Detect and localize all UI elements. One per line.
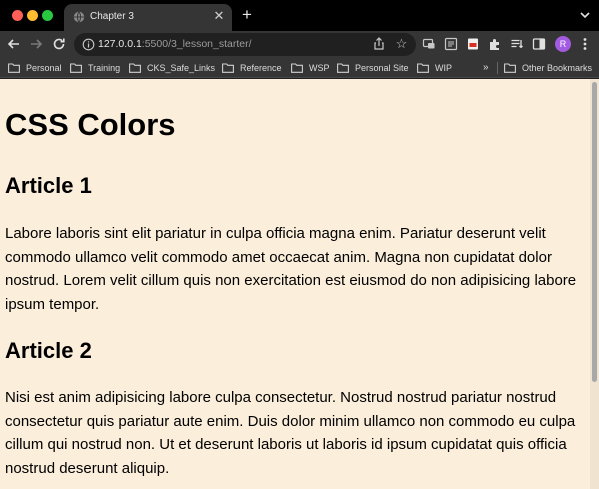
- bookmark-folder[interactable]: Personal Site: [337, 61, 409, 75]
- article-2-body: Nisi est anim adipisicing labore culpa c…: [5, 389, 576, 477]
- extension-reader-icon[interactable]: [444, 37, 458, 51]
- bookmark-label: WIP: [435, 63, 452, 73]
- article-1-title: Article 1: [5, 173, 92, 198]
- bookmark-label: Reference: [240, 63, 282, 73]
- tab-search-chevron-icon[interactable]: [579, 8, 591, 22]
- folder-icon: [222, 63, 234, 73]
- bookmark-folder[interactable]: WSP: [291, 61, 330, 75]
- scrollbar-thumb[interactable]: [592, 82, 597, 382]
- share-icon[interactable]: [372, 37, 386, 51]
- url-text: 127.0.0.1:5500/3_lesson_starter/: [98, 38, 252, 50]
- page-viewport[interactable]: CSS Colors Article 1 Labore laboris sint…: [0, 79, 599, 489]
- new-tab-button[interactable]: +: [239, 6, 255, 24]
- extension-pdf-icon[interactable]: [466, 37, 480, 51]
- folder-icon: [8, 63, 20, 73]
- site-info-icon[interactable]: [82, 38, 95, 51]
- bookmark-label: Personal Site: [355, 63, 409, 73]
- bookmark-label: Training: [88, 63, 121, 73]
- folder-icon: [337, 63, 349, 73]
- address-bar[interactable]: 127.0.0.1:5500/3_lesson_starter/ ☆: [74, 33, 416, 56]
- other-bookmarks-folder[interactable]: Other Bookmarks: [504, 61, 592, 75]
- extension-cast-icon[interactable]: [422, 37, 436, 51]
- url-host: 127.0.0.1: [98, 38, 142, 50]
- bookmark-folder[interactable]: Reference: [222, 61, 282, 75]
- bookmark-star-icon[interactable]: ☆: [394, 36, 409, 51]
- folder-icon: [504, 63, 516, 73]
- bookmark-label: CKS_Safe_Links: [147, 63, 216, 73]
- bookmark-folder[interactable]: WIP: [417, 61, 452, 75]
- back-arrow-icon[interactable]: [6, 36, 22, 52]
- bookmarks-overflow-button[interactable]: »: [483, 61, 489, 75]
- globe-icon: [73, 11, 85, 23]
- minimize-window-button[interactable]: [27, 10, 38, 21]
- page-scrollbar[interactable]: [590, 79, 599, 489]
- extensions-puzzle-icon[interactable]: [488, 37, 502, 51]
- forward-arrow-icon[interactable]: [28, 36, 44, 52]
- reading-list-icon[interactable]: [510, 37, 524, 51]
- bookmark-folder[interactable]: Training: [70, 61, 120, 75]
- bookmark-label: Personal: [26, 63, 62, 73]
- bookmark-label: WSP: [309, 63, 330, 73]
- more-menu-icon[interactable]: [581, 36, 589, 52]
- article-2-title: Article 2: [5, 338, 92, 363]
- close-tab-icon[interactable]: ✕: [212, 9, 226, 23]
- folder-icon: [70, 63, 82, 73]
- page-title: CSS Colors: [5, 107, 176, 142]
- folder-icon: [129, 63, 141, 73]
- profile-avatar[interactable]: R: [555, 36, 571, 52]
- tab-active[interactable]: Chapter 3 ✕: [64, 4, 232, 31]
- tab-strip: Chapter 3 ✕ +: [0, 0, 599, 31]
- bookmark-folder[interactable]: Personal: [8, 61, 62, 75]
- close-window-button[interactable]: [12, 10, 23, 21]
- bookmarks-divider: [497, 62, 498, 74]
- toolbar: 127.0.0.1:5500/3_lesson_starter/ ☆ R: [0, 31, 599, 58]
- bookmarks-bar: Personal Training CKS_Safe_Links Referen…: [0, 58, 599, 78]
- folder-icon: [417, 63, 429, 73]
- folder-icon: [291, 63, 303, 73]
- other-bookmarks-label: Other Bookmarks: [522, 63, 593, 73]
- reload-icon[interactable]: [51, 36, 67, 52]
- side-panel-icon[interactable]: [532, 37, 546, 51]
- tab-title: Chapter 3: [90, 11, 134, 22]
- maximize-window-button[interactable]: [42, 10, 53, 21]
- article-1-body: Labore laboris sint elit pariatur in cul…: [5, 225, 577, 313]
- bookmark-folder[interactable]: CKS_Safe_Links: [129, 61, 215, 75]
- url-path: :5500/3_lesson_starter/: [141, 38, 252, 50]
